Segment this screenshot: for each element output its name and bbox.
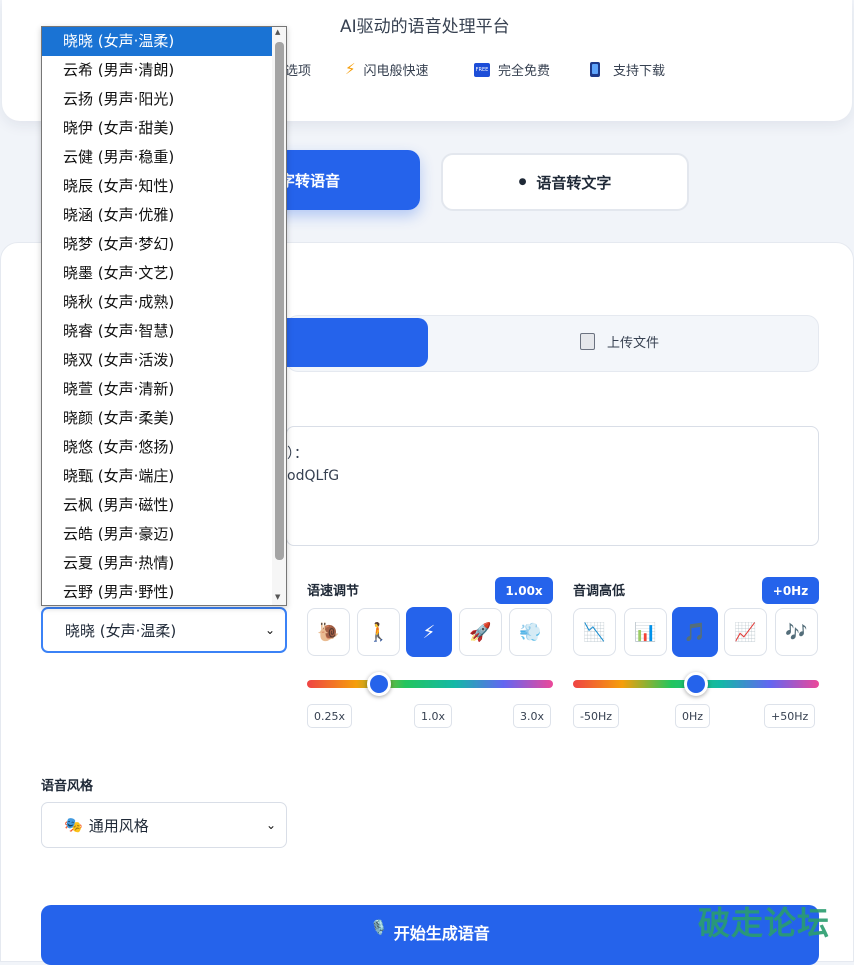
watermark: 破走论坛 — [698, 904, 831, 942]
feature-options: 选项 — [285, 60, 311, 79]
music-notes-icon: 🎶 — [785, 621, 808, 643]
speed-preset-walk[interactable]: 🚶 — [357, 608, 400, 656]
microphone-icon: ● — [518, 177, 527, 187]
pitch-slider-thumb[interactable] — [684, 672, 708, 696]
voice-dropdown-list: 晓晓 (女声·温柔) 云希 (男声·清朗) 云扬 (男声·阳光) 晓伊 (女声·… — [41, 26, 287, 606]
voice-option[interactable]: 晓墨 (女声·文艺) — [42, 259, 272, 288]
text-line: odQLfG — [287, 468, 340, 484]
pitch-tick-min: -50Hz — [573, 704, 620, 728]
voice-option[interactable]: 晓涵 (女声·优雅) — [42, 201, 272, 230]
pitch-label: 音调高低 — [573, 584, 626, 599]
voice-option[interactable]: 云皓 (男声·豪迈) — [42, 520, 272, 549]
voice-option[interactable]: 云希 (男声·清朗) — [42, 56, 272, 85]
voice-select-value: 晓晓 (女声·温柔) — [65, 621, 177, 640]
scroll-up-arrow-icon[interactable]: ▲ — [275, 28, 280, 36]
voice-option[interactable]: 晓颜 (女声·柔美) — [42, 404, 272, 433]
voice-option[interactable]: 晓伊 (女声·甜美) — [42, 114, 272, 143]
scrollbar-thumb[interactable] — [275, 42, 284, 560]
speed-label: 语速调节 — [307, 584, 360, 599]
voice-option[interactable]: 晓睿 (女声·智慧) — [42, 317, 272, 346]
music-note-icon: 🎵 — [683, 621, 707, 643]
dropdown-options: 晓晓 (女声·温柔) 云希 (男声·清朗) 云扬 (男声·阳光) 晓伊 (女声·… — [42, 27, 286, 605]
speed-value-badge: 1.00x — [495, 577, 553, 604]
text-line: ）： — [287, 446, 308, 462]
lightning-icon: ⚡ — [345, 60, 356, 78]
tab-upload-file[interactable]: 上传文件 — [580, 332, 659, 351]
tab-speech-to-text[interactable]: ● 语音转文字 — [441, 153, 689, 211]
speed-tick-mid: 1.0x — [414, 704, 453, 728]
scroll-down-arrow-icon[interactable]: ▼ — [275, 593, 280, 601]
tab-label: 语音转文字 — [536, 173, 612, 192]
chevron-down-icon: ⌄ — [265, 818, 276, 832]
platform-title: AI驱动的语音处理平台 — [340, 17, 510, 37]
voice-option[interactable]: 云健 (男声·稳重) — [42, 143, 272, 172]
pitch-preset-high[interactable]: 🎶 — [775, 608, 818, 656]
rocket-icon: 🚀 — [469, 621, 492, 643]
wind-icon: 💨 — [519, 621, 542, 643]
speed-preset-slow[interactable]: 🐌 — [307, 608, 350, 656]
speed-slider-thumb[interactable] — [367, 672, 391, 696]
speed-slider-track[interactable] — [307, 680, 553, 688]
voice-select[interactable]: 晓晓 (女声·温柔) ⌄ — [41, 607, 287, 653]
tab-text-input[interactable] — [286, 318, 428, 367]
speed-tick-max: 3.0x — [513, 704, 552, 728]
snail-icon: 🐌 — [317, 621, 340, 643]
speed-preset-fastest[interactable]: 💨 — [509, 608, 552, 656]
microphone-icon: 🎙️ — [370, 920, 388, 936]
lightning-icon: ⚡ — [422, 621, 436, 643]
pitch-preset-normal[interactable]: 🎵 — [672, 607, 718, 657]
pitch-value-badge: +0Hz — [762, 577, 819, 604]
feature-label: 选项 — [285, 64, 312, 79]
voice-option[interactable]: 晓甄 (女声·端庄) — [42, 462, 272, 491]
voice-option[interactable]: 晓萱 (女声·清新) — [42, 375, 272, 404]
phone-icon — [590, 62, 600, 77]
voice-option[interactable]: 云野 (男声·野性) — [42, 578, 272, 605]
theater-masks-icon: 🎭 — [64, 816, 83, 834]
feature-download: 支持下载 — [590, 60, 665, 79]
feature-free: FREE 完全免费 — [474, 60, 550, 79]
chart-up-icon: 📈 — [734, 621, 757, 643]
pitch-preset-higher[interactable]: 📈 — [724, 608, 767, 656]
bar-chart-icon: 📊 — [634, 621, 657, 643]
pitch-tick-mid: 0Hz — [675, 704, 711, 728]
speed-preset-normal[interactable]: ⚡ — [406, 607, 452, 657]
walking-icon: 🚶 — [367, 621, 390, 643]
voice-option[interactable]: 云枫 (男声·磁性) — [42, 491, 272, 520]
voice-option[interactable]: 晓晓 (女声·温柔) — [42, 27, 272, 56]
voice-option[interactable]: 晓辰 (女声·知性) — [42, 172, 272, 201]
style-select[interactable]: 🎭 通用风格 ⌄ — [41, 802, 287, 848]
pitch-preset-low[interactable]: 📉 — [573, 608, 616, 656]
pitch-preset-lower[interactable]: 📊 — [624, 608, 667, 656]
voice-option[interactable]: 云夏 (男声·热情) — [42, 549, 272, 578]
free-icon: FREE — [474, 62, 490, 77]
generate-label: 开始生成语音 — [393, 924, 490, 943]
text-input-area[interactable]: ）： odQLfG — [286, 426, 819, 546]
file-icon — [580, 333, 595, 350]
feature-label: 完全免费 — [498, 64, 551, 79]
chevron-down-icon: ⌄ — [264, 623, 275, 637]
dropdown-scrollbar[interactable]: ▲ ▼ — [272, 27, 286, 605]
feature-label: 闪电般快速 — [363, 64, 429, 79]
speed-preset-fast[interactable]: 🚀 — [459, 608, 502, 656]
chart-down-icon: 📉 — [583, 621, 606, 643]
feature-label: 支持下载 — [613, 64, 666, 79]
style-label: 语音风格 — [41, 779, 94, 794]
voice-option[interactable]: 晓秋 (女声·成熟) — [42, 288, 272, 317]
speed-tick-min: 0.25x — [307, 704, 353, 728]
voice-option[interactable]: 晓悠 (女声·悠扬) — [42, 433, 272, 462]
voice-option[interactable]: 晓双 (女声·活泼) — [42, 346, 272, 375]
pitch-tick-max: +50Hz — [764, 704, 816, 728]
style-select-value: 通用风格 — [88, 816, 149, 835]
tab-label: 字转语音 — [280, 171, 341, 190]
voice-option[interactable]: 晓梦 (女声·梦幻) — [42, 230, 272, 259]
tab-label: 上传文件 — [607, 336, 660, 351]
feature-fast: ⚡ 闪电般快速 — [345, 60, 429, 80]
voice-option[interactable]: 云扬 (男声·阳光) — [42, 85, 272, 114]
